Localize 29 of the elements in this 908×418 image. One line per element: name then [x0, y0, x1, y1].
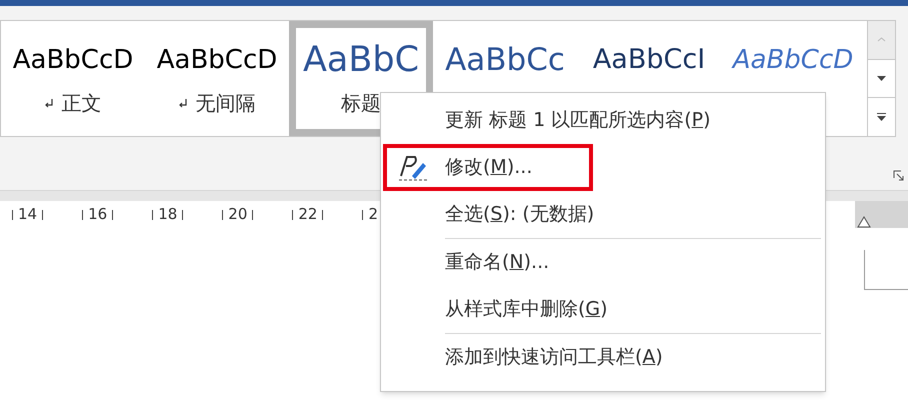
style-name: 标题 — [341, 90, 381, 117]
menu-item[interactable]: 修改(M)... — [381, 144, 825, 191]
caret-up-icon — [877, 37, 886, 42]
menu-item[interactable]: 从样式库中删除(G) — [381, 286, 825, 333]
menu-item[interactable]: 添加到快速访问工具栏(A) — [381, 334, 825, 381]
indent-marker-icon — [857, 216, 871, 228]
style-name: 无间隔 — [196, 90, 256, 117]
style-name: 正文 — [62, 90, 102, 117]
style-sample: AaBbCcD — [732, 44, 854, 77]
style-sample: AaBbCcD — [12, 44, 134, 77]
dialog-launcher-icon — [893, 170, 904, 181]
caret-down-icon — [877, 76, 886, 81]
style-tile[interactable]: AaBbCcD 正文 — [1, 21, 145, 136]
ruler-number: 22 — [298, 204, 318, 226]
paragraph-mark-icon — [178, 98, 188, 108]
style-tile[interactable]: AaBbCcD 无间隔 — [145, 21, 289, 136]
menu-item[interactable]: 重命名(N)... — [381, 239, 825, 286]
paragraph-mark-icon — [44, 98, 54, 108]
ruler-number: 16 — [88, 204, 108, 226]
style-sample: AaBbC — [302, 39, 420, 82]
margin-corner-mark — [864, 250, 908, 290]
ruler-number: 20 — [228, 204, 248, 226]
pen-icon — [398, 154, 428, 182]
ruler-number: 2 — [368, 204, 378, 226]
expand-icon — [877, 113, 886, 122]
ruler-number: 18 — [158, 204, 178, 226]
menu-item[interactable]: 全选(S): (无数据) — [381, 191, 825, 238]
ruler-number: 14 — [18, 204, 38, 226]
style-sample: AaBbCcD — [156, 44, 278, 77]
